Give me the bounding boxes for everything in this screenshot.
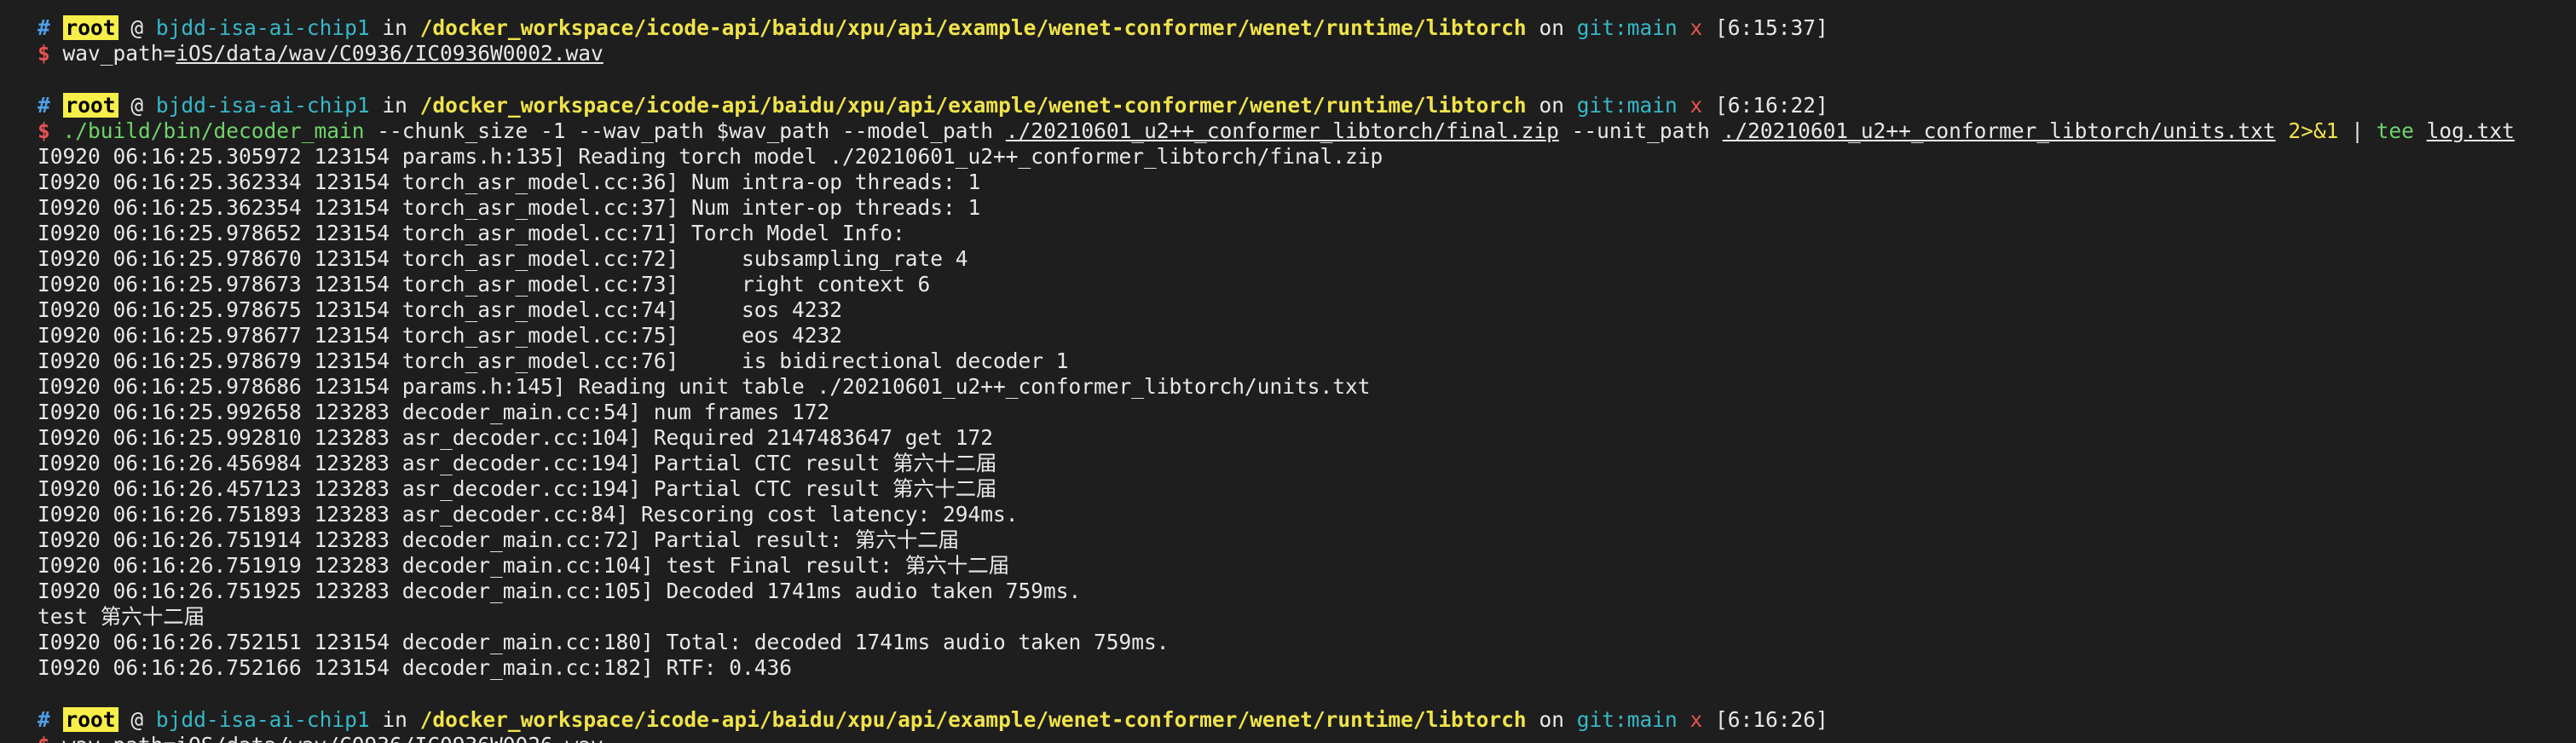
command-line[interactable]: $ ./build/bin/decoder_main --chunk_size … <box>38 118 2576 144</box>
output-line: I0920 06:16:25.992658 123283 decoder_mai… <box>38 400 830 424</box>
prompt-in: in <box>382 707 407 732</box>
command-output: I0920 06:16:25.305972 123154 params.h:13… <box>38 144 2576 681</box>
prompt-time: [6:16:22] <box>1715 93 1828 118</box>
prompt-in: in <box>382 93 407 118</box>
command-log-file: log.txt <box>2426 118 2515 143</box>
command-model-path: ./20210601_u2++_conformer_libtorch/final… <box>1005 118 1559 143</box>
output-line: I0920 06:16:25.305972 123154 params.h:13… <box>38 144 1383 169</box>
prompt-line: # root @ bjdd-isa-ai-chip1 in /docker_wo… <box>38 15 2576 41</box>
prompt-user: root <box>62 707 118 732</box>
output-line: I0920 06:16:26.751893 123283 asr_decoder… <box>38 502 1019 527</box>
output-line: I0920 06:16:25.362334 123154 torch_asr_m… <box>38 170 981 194</box>
prompt-in: in <box>382 15 407 40</box>
prompt-at: @ <box>130 93 144 118</box>
output-line: I0920 06:16:25.978677 123154 torch_asr_m… <box>38 323 843 348</box>
prompt-on: on <box>1539 707 1564 732</box>
prompt-git-branch: git:main <box>1576 707 1678 732</box>
command-args: --unit_path <box>1558 118 1723 143</box>
prompt-path: /docker_workspace/icode-api/baidu/xpu/ap… <box>419 15 1527 40</box>
output-line: I0920 06:16:26.456984 123283 asr_decoder… <box>38 451 997 475</box>
prompt-hash: # <box>38 93 50 118</box>
command-binary: ./build/bin/decoder_main <box>62 118 365 143</box>
prompt-on: on <box>1539 15 1564 40</box>
prompt-user: root <box>62 15 118 40</box>
prompt-hash: # <box>38 15 50 40</box>
terminal-window[interactable]: # root @ bjdd-isa-ai-chip1 in /docker_wo… <box>0 0 2576 743</box>
prompt-time: [6:16:26] <box>1715 707 1828 732</box>
output-line: I0920 06:16:25.362354 123154 torch_asr_m… <box>38 195 981 220</box>
prompt-git-branch: git:main <box>1576 15 1678 40</box>
output-line: I0920 06:16:25.978675 123154 torch_asr_m… <box>38 297 843 322</box>
prompt-dirty-marker: x <box>1689 93 1703 118</box>
prompt-dollar: $ <box>38 733 50 743</box>
prompt-line: # root @ bjdd-isa-ai-chip1 in /docker_wo… <box>38 93 2576 118</box>
command-partial: wav_path=iOS/data/wav/C0936/IC0936W0026.… <box>63 733 604 743</box>
prompt-git-branch: git:main <box>1576 93 1678 118</box>
prompt-dollar: $ <box>38 41 50 66</box>
output-line: I0920 06:16:26.752151 123154 decoder_mai… <box>38 630 1170 654</box>
output-line: I0920 06:16:25.978652 123154 torch_asr_m… <box>38 221 905 245</box>
block-gap <box>38 66 2576 93</box>
command-args: --chunk_size -1 --wav_path $wav_path --m… <box>364 118 1006 143</box>
prompt-hash: # <box>38 707 50 732</box>
prompt-dirty-marker: x <box>1689 707 1703 732</box>
command-tee: tee <box>2376 118 2414 143</box>
block-gap <box>38 681 2576 707</box>
prompt-user: root <box>62 93 118 118</box>
output-line: I0920 06:16:26.751925 123283 decoder_mai… <box>38 579 1082 603</box>
output-line: I0920 06:16:26.752166 123154 decoder_mai… <box>38 655 793 680</box>
prompt-at: @ <box>130 707 144 732</box>
prompt-line: # root @ bjdd-isa-ai-chip1 in /docker_wo… <box>38 707 2576 733</box>
command-value: iOS/data/wav/C0936/IC0936W0002.wav <box>176 41 604 66</box>
command-units-path: ./20210601_u2++_conformer_libtorch/units… <box>1722 118 2276 143</box>
command-space <box>2414 118 2427 143</box>
output-line: I0920 06:16:26.751919 123283 decoder_mai… <box>38 553 1010 578</box>
output-line: test 第六十二届 <box>38 604 205 629</box>
command-var: wav_path= <box>62 41 176 66</box>
prompt-dollar: $ <box>38 118 50 143</box>
prompt-host: bjdd-isa-ai-chip1 <box>155 93 370 118</box>
command-redirect: 2>&1 <box>2275 118 2339 143</box>
prompt-dirty-marker: x <box>1689 15 1703 40</box>
prompt-on: on <box>1539 93 1564 118</box>
prompt-time: [6:15:37] <box>1715 15 1828 40</box>
output-line: I0920 06:16:25.978686 123154 params.h:14… <box>38 374 1371 399</box>
command-pipe: | <box>2338 118 2377 143</box>
command-line[interactable]: $ wav_path=iOS/data/wav/C0936/IC0936W000… <box>38 41 2576 66</box>
output-line: I0920 06:16:25.978673 123154 torch_asr_m… <box>38 272 931 297</box>
command-line[interactable]: $ wav_path=iOS/data/wav/C0936/IC0936W002… <box>38 733 2576 743</box>
prompt-at: @ <box>130 15 144 40</box>
output-line: I0920 06:16:25.992810 123283 asr_decoder… <box>38 425 994 450</box>
output-line: I0920 06:16:26.457123 123283 asr_decoder… <box>38 476 997 501</box>
output-line: I0920 06:16:25.978679 123154 torch_asr_m… <box>38 348 1069 373</box>
prompt-path: /docker_workspace/icode-api/baidu/xpu/ap… <box>419 93 1527 118</box>
prompt-path: /docker_workspace/icode-api/baidu/xpu/ap… <box>419 707 1527 732</box>
prompt-host: bjdd-isa-ai-chip1 <box>155 707 370 732</box>
prompt-host: bjdd-isa-ai-chip1 <box>155 15 370 40</box>
output-line: I0920 06:16:26.751914 123283 decoder_mai… <box>38 527 960 552</box>
output-line: I0920 06:16:25.978670 123154 torch_asr_m… <box>38 246 968 271</box>
